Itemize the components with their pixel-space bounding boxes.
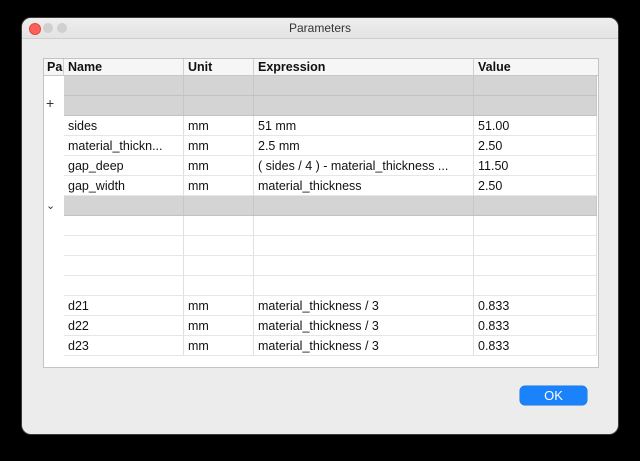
table-row[interactable]: gap_deep mm ( sides / 4 ) - material_thi… xyxy=(64,156,597,176)
table-row[interactable]: material_thickn... mm 2.5 mm 2.50 xyxy=(64,136,597,156)
param-unit[interactable]: mm xyxy=(184,176,254,195)
column-header-unit[interactable]: Unit xyxy=(184,59,254,76)
param-name[interactable]: sides xyxy=(64,116,184,135)
chevron-down-icon[interactable]: ⌄ xyxy=(46,199,55,212)
param-unit[interactable]: mm xyxy=(184,136,254,155)
param-unit[interactable]: mm xyxy=(184,116,254,135)
param-unit[interactable]: mm xyxy=(184,156,254,175)
param-name[interactable]: material_thickn... xyxy=(64,136,184,155)
table-row[interactable]: sides mm 51 mm 51.00 xyxy=(64,116,597,136)
param-name[interactable]: d21 xyxy=(64,296,184,315)
column-header-expression[interactable]: Expression xyxy=(254,59,474,76)
group-row[interactable] xyxy=(64,76,597,96)
table-row[interactable]: d23 mm material_thickness / 3 0.833 xyxy=(64,336,597,356)
param-expression[interactable]: material_thickness / 3 xyxy=(254,296,474,315)
window-title: Parameters xyxy=(288,21,352,35)
param-value: 51.00 xyxy=(474,116,597,135)
param-expression[interactable]: material_thickness xyxy=(254,176,474,195)
param-expression[interactable]: material_thickness / 3 xyxy=(254,336,474,355)
empty-row xyxy=(64,236,597,256)
param-value: 2.50 xyxy=(474,136,597,155)
param-value: 0.833 xyxy=(474,296,597,315)
empty-row xyxy=(64,276,597,296)
param-expression[interactable]: 51 mm xyxy=(254,116,474,135)
plus-icon[interactable]: + xyxy=(46,95,54,111)
param-unit[interactable]: mm xyxy=(184,296,254,315)
param-name[interactable]: d22 xyxy=(64,316,184,335)
param-value: 0.833 xyxy=(474,316,597,335)
param-name[interactable]: d23 xyxy=(64,336,184,355)
column-header-value[interactable]: Value xyxy=(474,59,598,76)
param-value: 0.833 xyxy=(474,336,597,355)
param-value: 2.50 xyxy=(474,176,597,195)
ok-button[interactable]: OK xyxy=(520,386,587,405)
empty-row xyxy=(64,216,597,236)
param-value: 11.50 xyxy=(474,156,597,175)
parameters-window: Parameters Pa Name Unit Expression Value… xyxy=(22,18,618,434)
param-name[interactable]: gap_deep xyxy=(64,156,184,175)
table-row[interactable]: gap_width mm material_thickness 2.50 xyxy=(64,176,597,196)
group-row[interactable] xyxy=(64,96,597,116)
param-expression[interactable]: material_thickness / 3 xyxy=(254,316,474,335)
column-header-name[interactable]: Name xyxy=(64,59,184,76)
empty-row xyxy=(64,256,597,276)
param-unit[interactable]: mm xyxy=(184,336,254,355)
table-row[interactable]: d21 mm material_thickness / 3 0.833 xyxy=(64,296,597,316)
param-expression[interactable]: 2.5 mm xyxy=(254,136,474,155)
param-expression[interactable]: ( sides / 4 ) - material_thickness ... xyxy=(254,156,474,175)
title-bar: Parameters xyxy=(22,18,618,39)
param-name[interactable]: gap_width xyxy=(64,176,184,195)
parameters-table: Pa Name Unit Expression Value + ⌄ sides … xyxy=(43,58,599,368)
table-row[interactable]: d22 mm material_thickness / 3 0.833 xyxy=(64,316,597,336)
group-row[interactable] xyxy=(64,196,597,216)
column-header-params[interactable]: Pa xyxy=(44,59,64,76)
param-unit[interactable]: mm xyxy=(184,316,254,335)
